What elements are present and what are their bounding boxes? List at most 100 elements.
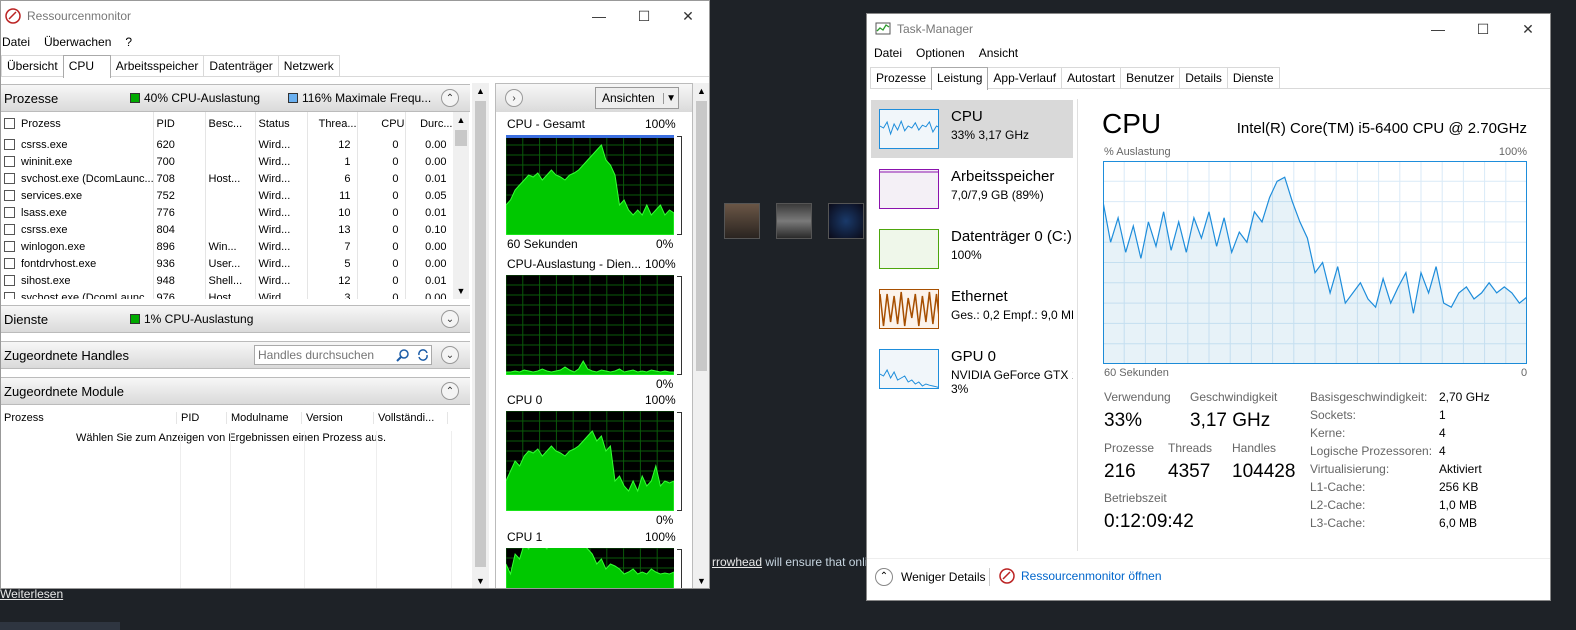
dropdown-arrow-icon[interactable]: ▼ <box>663 92 678 104</box>
scroll-thumb[interactable] <box>475 101 486 567</box>
select-all-checkbox[interactable] <box>4 118 15 129</box>
scroll-up-arrow-icon[interactable]: ▲ <box>693 83 709 99</box>
tab-uebersicht[interactable]: Übersicht <box>1 55 64 76</box>
read-more-link[interactable]: Weiterlesen <box>0 587 63 601</box>
modules-header[interactable]: Zugeordnete Module <box>1 377 470 405</box>
sidebar-item-detail: 7,0/7,9 GB (89%) <box>951 188 1044 202</box>
handles-search-box[interactable] <box>254 345 432 365</box>
row-checkbox[interactable] <box>4 189 15 201</box>
close-button[interactable]: ✕ <box>665 1 709 31</box>
processes-col-1[interactable]: PID <box>153 112 206 136</box>
tab-arbeitsspeicher[interactable]: Arbeitsspeicher <box>109 55 205 76</box>
menu-ansicht[interactable]: Ansicht <box>979 46 1026 60</box>
row-checkbox[interactable] <box>4 257 15 269</box>
less-details-button[interactable]: ⌃ Weniger Details <box>875 568 985 586</box>
tab-dienste[interactable]: Dienste <box>1226 67 1280 88</box>
handles-search-input[interactable] <box>258 348 396 362</box>
services-expand-button[interactable]: ⌄ <box>441 310 459 328</box>
threads-value: 4357 <box>1168 461 1211 482</box>
tab-details[interactable]: Details <box>1179 67 1228 88</box>
sidebar-item-ethernet[interactable]: Ethernet Ges.: 0,2 Empf.: 9,0 MBit <box>871 280 1073 338</box>
minimize-button[interactable]: — <box>576 1 622 31</box>
sidebar-item-arbeitsspeicher[interactable]: Arbeitsspeicher 7,0/7,9 GB (89%) <box>871 160 1073 218</box>
processes-col-4[interactable]: Threa... <box>307 112 358 136</box>
close-button[interactable]: ✕ <box>1505 14 1550 44</box>
table-row[interactable]: services.exe 752 Wird... 11 0 0.05 <box>1 187 453 204</box>
menu-datei[interactable]: Datei <box>2 35 44 49</box>
scroll-up-arrow-icon[interactable]: ▲ <box>453 112 469 128</box>
thumbnail-avatar-1[interactable] <box>724 203 760 239</box>
background-link[interactable]: rrowhead <box>712 555 762 569</box>
processes-col-5[interactable]: CPU <box>357 112 406 136</box>
tab-autostart[interactable]: Autostart <box>1061 67 1122 88</box>
taskmgr-titlebar[interactable]: Task-Manager — ☐ ✕ <box>867 14 1550 44</box>
processes-col-3[interactable]: Status <box>255 112 308 136</box>
scroll-thumb[interactable] <box>696 101 707 371</box>
tab-datentraeger[interactable]: Datenträger <box>203 55 279 76</box>
processes-header[interactable]: Prozesse 40% CPU-Auslastung 116% Maximal… <box>1 84 470 112</box>
thumbnail-avatar-3[interactable] <box>828 203 864 239</box>
row-checkbox[interactable] <box>4 206 15 218</box>
refresh-icon[interactable] <box>416 348 430 362</box>
table-row[interactable]: csrss.exe 804 Wird... 13 0 0.10 <box>1 221 453 238</box>
minimize-button[interactable]: — <box>1415 14 1461 44</box>
row-checkbox[interactable] <box>4 274 15 286</box>
table-row[interactable]: sihost.exe 948 Shell... Wird... 12 0 0.01 <box>1 272 453 289</box>
maximize-button[interactable]: ☐ <box>1460 14 1506 44</box>
table-row[interactable]: lsass.exe 776 Wird... 10 0 0.01 <box>1 204 453 221</box>
scroll-down-arrow-icon[interactable]: ▼ <box>693 573 709 588</box>
row-checkbox[interactable] <box>4 172 15 184</box>
row-checkbox[interactable] <box>4 240 15 252</box>
processes-col-0[interactable]: Prozess <box>1 112 154 136</box>
graph-panel-toggle-button[interactable]: › <box>505 89 523 107</box>
row-checkbox[interactable] <box>4 155 15 167</box>
modules-col-version[interactable]: Version <box>302 412 374 424</box>
table-row[interactable]: winlogon.exe 896 Win... Wird... 7 0 0.00 <box>1 238 453 255</box>
scroll-down-arrow-icon[interactable]: ▼ <box>472 573 489 588</box>
tab-app-verlauf[interactable]: App-Verlauf <box>987 67 1063 88</box>
row-checkbox[interactable] <box>4 223 15 235</box>
scroll-down-arrow-icon[interactable]: ▼ <box>453 283 469 299</box>
search-icon[interactable] <box>396 348 410 362</box>
menu-help[interactable]: ? <box>125 35 140 49</box>
scroll-thumb[interactable] <box>455 130 467 146</box>
handles-expand-button[interactable]: ⌄ <box>441 346 459 364</box>
maximize-button[interactable]: ☐ <box>621 1 667 31</box>
menu-ueberwachen[interactable]: Überwachen <box>44 35 125 49</box>
table-row[interactable]: wininit.exe 700 Wird... 1 0 0.00 <box>1 153 453 170</box>
row-checkbox[interactable] <box>4 138 15 150</box>
tab-netzwerk[interactable]: Netzwerk <box>277 55 340 76</box>
scroll-up-arrow-icon[interactable]: ▲ <box>472 83 489 99</box>
graphs-scrollbar[interactable]: ▲ ▼ <box>693 83 709 588</box>
table-row[interactable]: fontdrvhost.exe 936 User... Wird... 5 0 0.00 <box>1 255 453 272</box>
table-row[interactable]: svchost.exe (DcomLaunc... 708 Host... Wird.… <box>1 170 453 187</box>
open-resource-monitor-link[interactable]: Ressourcenmonitor öffnen <box>999 568 1162 584</box>
table-row[interactable]: svchost.exe (DcomLaunc... 976 Host... Wird.… <box>1 289 453 299</box>
modules-col-pid[interactable]: PID <box>177 412 227 424</box>
menu-datei[interactable]: Datei <box>874 46 916 60</box>
views-button[interactable]: Ansichten ▼ <box>595 87 679 109</box>
processes-collapse-button[interactable]: ⌃ <box>441 89 459 107</box>
tab-benutzer[interactable]: Benutzer <box>1120 67 1181 88</box>
modules-col-vollstaendig[interactable]: Vollständi... <box>374 412 448 424</box>
modules-collapse-button[interactable]: ⌃ <box>441 382 459 400</box>
tab-leistung[interactable]: Leistung <box>931 67 989 90</box>
services-header[interactable]: Dienste 1% CPU-Auslastung <box>1 305 470 333</box>
resmon-titlebar[interactable]: Ressourcenmonitor — ☐ ✕ <box>1 1 709 31</box>
sidebar-item-gpu-0[interactable]: GPU 0 NVIDIA GeForce GTX 1053% <box>871 340 1073 398</box>
modules-col-modulname[interactable]: Modulname <box>227 412 302 424</box>
resmon-main-scrollbar[interactable]: ▲ ▼ <box>472 83 489 588</box>
processes-col-6[interactable]: Durc... <box>405 112 453 136</box>
processes-scrollbar[interactable]: ▲ ▼ <box>453 112 469 299</box>
thumbnail-avatar-2[interactable] <box>776 203 812 239</box>
table-cell: 0 <box>357 204 406 221</box>
table-row[interactable]: csrss.exe 620 Wird... 12 0 0.00 <box>1 136 453 153</box>
tab-cpu[interactable]: CPU <box>62 55 111 78</box>
sidebar-item-datentr-ger-0-c-[interactable]: Datenträger 0 (C:) 100% <box>871 220 1073 278</box>
tab-prozesse[interactable]: Prozesse <box>870 67 933 88</box>
row-checkbox[interactable] <box>4 291 15 299</box>
modules-col-prozess[interactable]: Prozess <box>1 412 177 424</box>
menu-optionen[interactable]: Optionen <box>916 46 979 60</box>
processes-col-2[interactable]: Besc... <box>205 112 256 136</box>
sidebar-item-cpu[interactable]: CPU 33% 3,17 GHz <box>871 100 1073 158</box>
